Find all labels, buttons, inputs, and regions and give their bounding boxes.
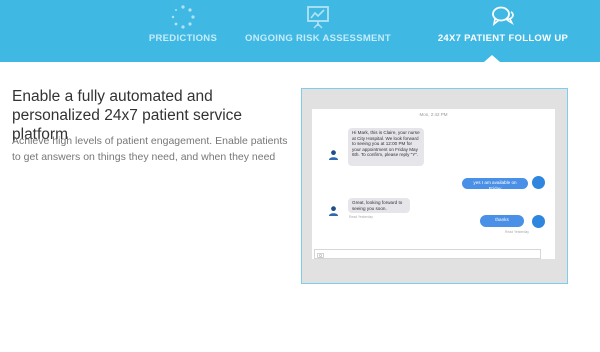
tab-ongoing-risk-assessment[interactable]: ONGOING RISK ASSESSMENT: [244, 0, 392, 62]
loading-circle-icon: [171, 5, 195, 29]
chat-timestamp: Mon, 2:42 PM: [419, 112, 448, 117]
hero-subtext: Achieve high levels of patient engagemen…: [12, 135, 288, 163]
patient-avatar-icon: [532, 215, 545, 228]
tab-predictions[interactable]: PREDICTIONS: [135, 0, 231, 62]
patient-avatar-icon: [532, 176, 545, 189]
top-navigation-bar: PREDICTIONS ONGOING RISK ASSESSMENT 24X7…: [0, 0, 600, 62]
chat-mockup: Mon, 2:42 PM Hi Mark, this is Claire, yo…: [301, 88, 568, 284]
chat-screen: Mon, 2:42 PM Hi Mark, this is Claire, yo…: [312, 109, 555, 259]
read-receipt: Read Yesterday: [505, 230, 529, 234]
nurse-avatar-icon: [328, 206, 339, 216]
tab-label: PREDICTIONS: [148, 33, 218, 44]
tab-label: 24X7 PATIENT FOLLOW UP: [437, 33, 569, 44]
chat-message-bot: Great, looking forward to seeing you soo…: [348, 198, 410, 213]
active-tab-indicator: [484, 55, 500, 62]
camera-icon[interactable]: [317, 252, 324, 258]
chat-message-bot: Hi Mark, this is Claire, your nurse at C…: [348, 128, 424, 166]
message-composer[interactable]: [314, 249, 541, 259]
tab-24x7-patient-follow-up[interactable]: 24X7 PATIENT FOLLOW UP: [426, 0, 580, 62]
presentation-chart-icon: [307, 6, 329, 29]
nurse-avatar-icon: [328, 150, 339, 160]
chat-message-user: yes I am available on Friday: [462, 178, 528, 191]
chat-bubbles-icon: [492, 6, 514, 26]
tab-label: ONGOING RISK ASSESSMENT: [245, 33, 391, 44]
chat-message-user: thanks: [480, 215, 524, 227]
read-receipt: Read Yesterday: [349, 215, 373, 219]
